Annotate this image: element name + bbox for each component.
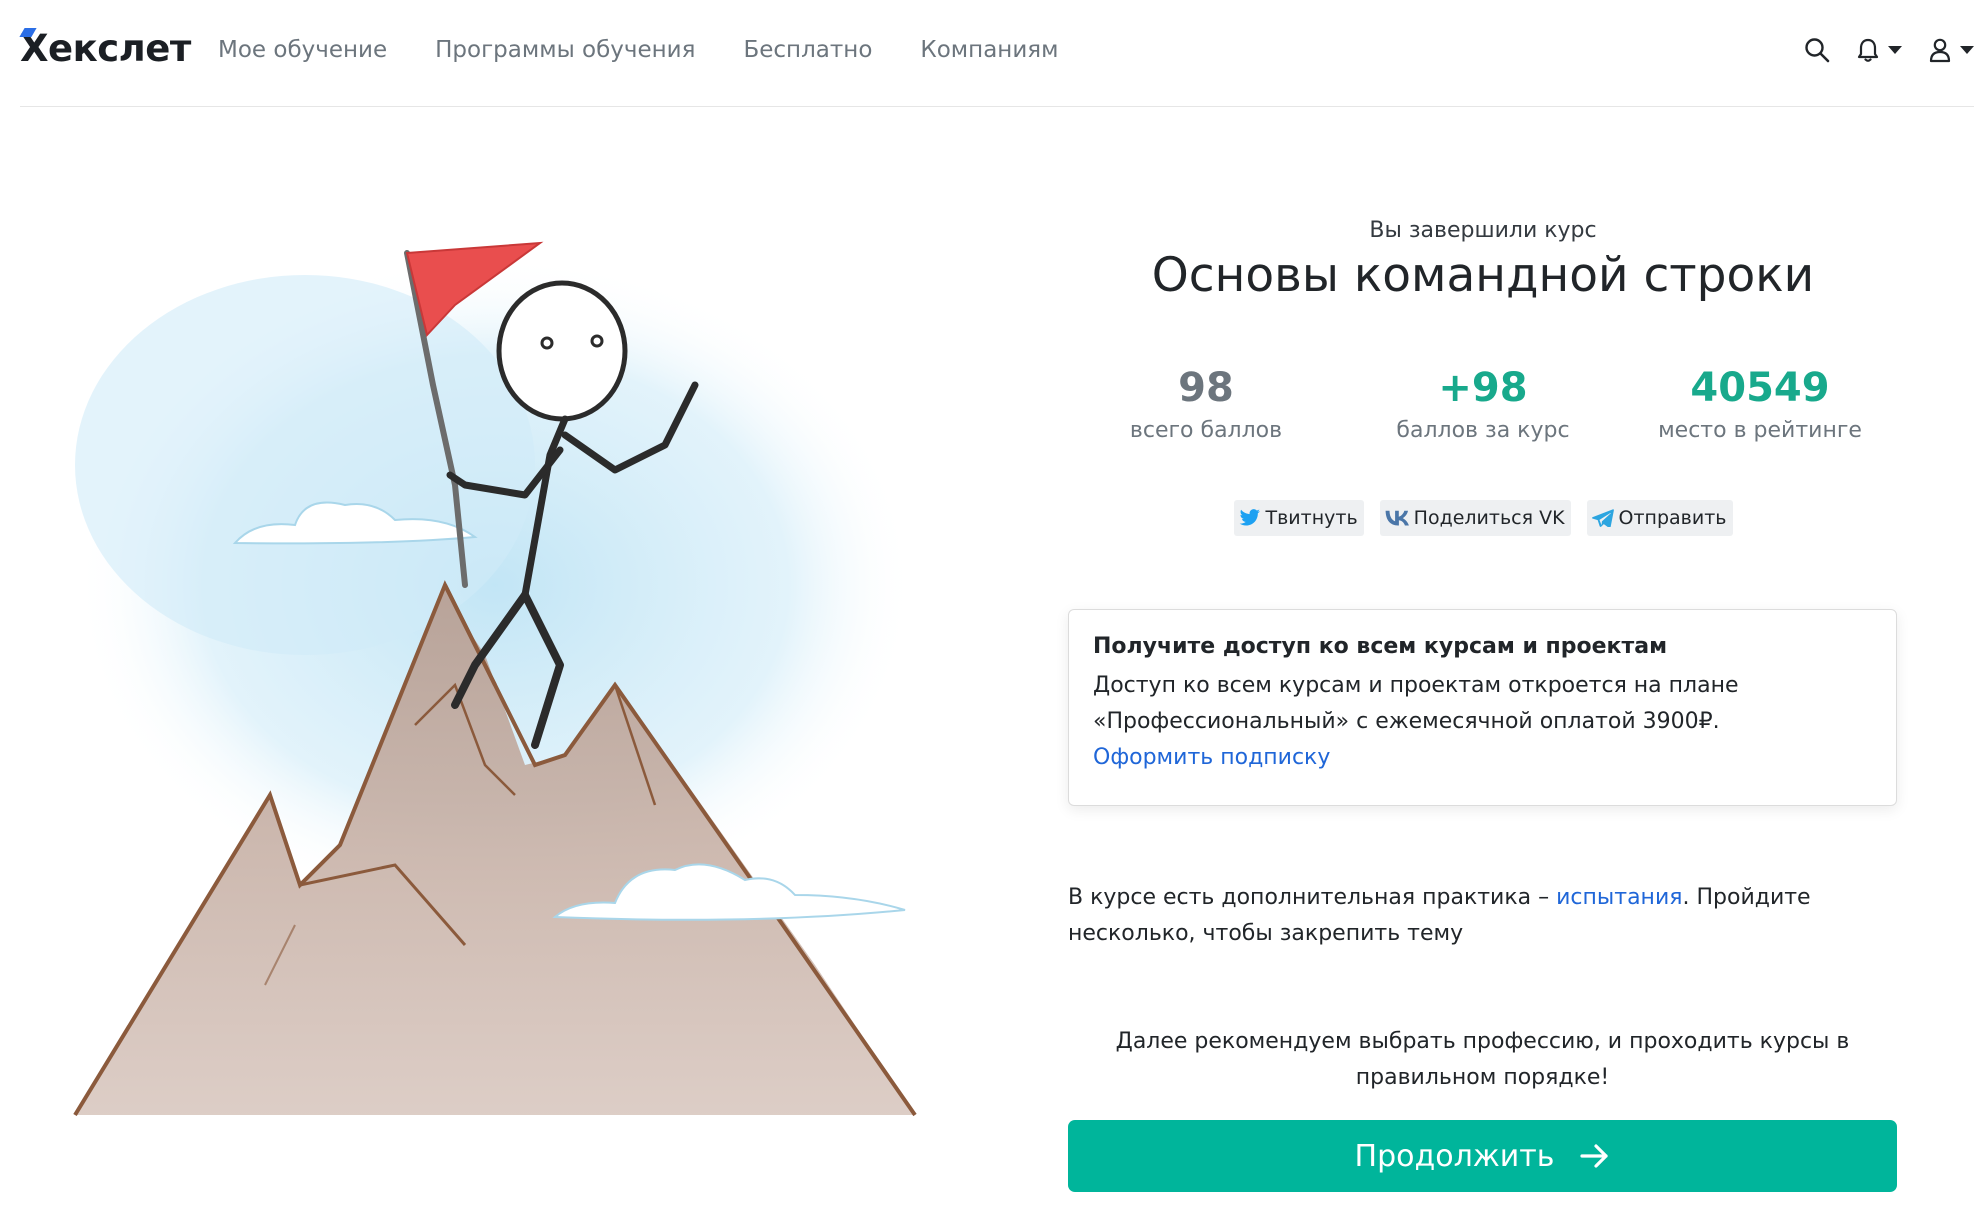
stat-value: 98 [1178,365,1234,411]
access-card-text-line1: Доступ ко всем курсам и проектам откроет… [1093,673,1739,698]
recommendation-text: Далее рекомендуем выбрать профессию, и п… [1068,1024,1897,1096]
stat-total-points: 98 всего баллов [1068,362,1344,448]
tweet-button[interactable]: Твитнуть [1233,500,1364,536]
continue-label: Продолжить [1354,1138,1555,1174]
user-icon [1929,38,1951,63]
access-card-title: Получите доступ ко всем курсам и проекта… [1093,634,1668,659]
subscribe-link[interactable]: Оформить подписку [1093,745,1330,770]
hexlet-logo[interactable]: Хекслет [19,26,191,72]
vk-icon [1385,510,1409,526]
nav-companies[interactable]: Компаниям [920,32,1058,68]
nav-free[interactable]: Бесплатно [743,32,872,68]
stats-row: 98 всего баллов +98 баллов за курс 40549… [1068,362,1898,452]
stat-course-points: +98 баллов за курс [1345,362,1621,448]
mountain-summit-illustration [55,165,955,1125]
main-nav: Мое обучение Программы обучения Бесплатн… [218,32,1106,68]
twitter-icon [1239,509,1260,526]
access-card-text: Доступ ко всем курсам и проектам откроет… [1093,668,1872,776]
access-card-text-line2: «Профессиональный» с ежемесячной оплатой… [1093,709,1720,734]
recommendation-line2: правильном порядке! [1355,1065,1610,1090]
telegram-send-label: Отправить [1618,507,1727,529]
access-promo-card: Получите доступ ко всем курсам и проекта… [1068,609,1897,806]
tweet-label: Твитнуть [1265,507,1358,529]
continue-button[interactable]: Продолжить [1068,1120,1897,1192]
stat-label: всего баллов [1129,418,1283,443]
arrow-right-icon [1580,1144,1609,1168]
stat-value: +98 [1438,365,1528,411]
stat-label: место в рейтинге [1658,418,1862,443]
stat-value: 40549 [1690,365,1830,411]
completion-panel: Вы завершили курс Основы командной строк… [1068,0,1898,1215]
telegram-send-button[interactable]: Отправить [1586,500,1733,536]
nav-my-learning[interactable]: Мое обучение [218,32,387,68]
stickman-on-mountain-image [73,241,917,1117]
chevron-down-icon [1960,46,1974,54]
practice-text-before: В курсе есть дополнительная практика – [1068,885,1557,910]
course-completion-page: Хекслет Мое обучение Программы обучения … [0,0,1978,1215]
challenges-link[interactable]: испытания [1556,885,1682,910]
nav-programs[interactable]: Программы обучения [435,32,695,68]
vk-share-label: Поделиться VK [1413,507,1565,529]
share-buttons: Твитнуть Поделиться VK Отправить [1068,500,1898,536]
practice-note: В курсе есть дополнительная практика – и… [1068,880,1897,952]
logo-text: Хекслет [20,27,191,70]
stat-label: баллов за курс [1396,418,1570,443]
course-title: Основы командной строки [1151,248,1815,303]
telegram-icon [1591,509,1614,527]
completion-subtitle: Вы завершили курс [1369,218,1597,243]
recommendation-line1: Далее рекомендуем выбрать профессию, и п… [1115,1029,1850,1054]
user-menu-dropdown[interactable] [1928,37,1974,63]
vk-share-button[interactable]: Поделиться VK [1379,500,1571,536]
stat-rating-place: 40549 место в рейтинге [1622,362,1898,448]
